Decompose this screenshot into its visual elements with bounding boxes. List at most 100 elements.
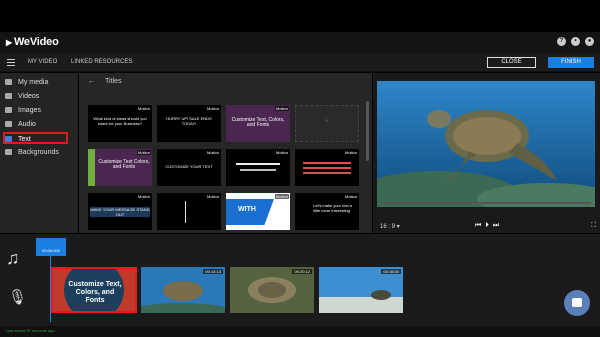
hamburger-menu-icon[interactable] <box>7 59 15 68</box>
tile-text: What kind of ideas should you share for … <box>93 116 147 126</box>
title-tile[interactable]: Motion HURRY UP! SALE ENDS TODAY! <box>157 105 221 142</box>
video-icon <box>5 93 12 100</box>
motion-badge: Motion <box>343 150 358 155</box>
tile-text: CUSTOMIZE YOUR TEXT <box>165 164 213 169</box>
top-bar: ▶ WeVideo ? • ● <box>0 32 600 53</box>
motion-badge: Motion <box>274 150 289 155</box>
help-icon[interactable]: ? <box>557 37 566 46</box>
clip-duration: 00:14:13 <box>203 269 223 274</box>
save-status: Last saved 57 seconds ago <box>6 328 55 333</box>
motion-badge: Motion <box>205 150 220 155</box>
finish-button[interactable]: FINISH <box>548 57 594 68</box>
motion-badge: Motion <box>136 194 151 199</box>
sidebar-item-images[interactable]: Images <box>5 105 67 117</box>
menu-bar: MY VIDEO LINKED RESOURCES CLOSE FINISH <box>0 53 600 72</box>
title-tile[interactable]: Motion Customize Text, Colors, and Fonts <box>226 105 290 142</box>
library-header: ← Titles <box>88 78 121 85</box>
tile-text: Let's make your text a little more inter… <box>313 203 353 213</box>
sidebar-item-videos[interactable]: Videos <box>5 91 67 103</box>
skip-back-icon[interactable]: ⏮ <box>475 222 485 229</box>
fullscreen-icon[interactable]: ⛶ <box>591 222 596 230</box>
chat-support-button[interactable] <box>564 290 590 316</box>
line-decoration <box>303 172 351 174</box>
image-icon <box>5 107 12 114</box>
text-icon <box>5 136 12 143</box>
logo-text: WeVideo <box>13 36 59 48</box>
title-tile[interactable]: Motion What kind of ideas should you shar… <box>88 105 152 142</box>
chat-icon <box>572 298 582 307</box>
play-icon[interactable]: ⏵ <box>485 222 493 229</box>
video-clip[interactable]: 00:14:13 <box>141 267 225 313</box>
timeline: ♫ 🎙 00:00:000 Customize Text, Colors, an… <box>0 234 600 326</box>
title-tile[interactable]: Motion WITH <box>226 193 290 230</box>
video-preview-panel: 16 : 9 ▾ ⏮⏵⏭ ⛶ <box>373 73 600 233</box>
audio-icon <box>5 121 12 128</box>
sidebar-item-label: Images <box>18 107 41 114</box>
title-tile[interactable]: Motion <box>226 149 290 186</box>
tile-text: Customize Text, Colors, and Fonts <box>231 117 285 128</box>
title-tile[interactable]: Motion MAKE YOUR MESSAGE STAND OUT <box>88 193 152 230</box>
tile-text: Customize Text Colors, and Fonts <box>98 159 150 170</box>
motion-badge: Motion <box>136 106 151 111</box>
line-decoration <box>185 201 186 223</box>
title-tile-empty[interactable]: + <box>295 105 359 142</box>
wevideo-logo-icon: ▶ <box>6 38 12 47</box>
back-arrow-icon[interactable]: ← <box>88 78 95 85</box>
sidebar-item-my-media[interactable]: My media <box>5 77 67 89</box>
sidebar-item-label: My media <box>18 79 49 86</box>
progress-bar[interactable] <box>381 202 591 204</box>
library-scrollbar[interactable] <box>366 101 369 161</box>
titles-library: ← Titles Motion What kind of ideas should … <box>79 73 372 233</box>
motion-badge: Motion <box>205 106 220 111</box>
accent-bar <box>88 149 95 186</box>
player-controls: 16 : 9 ▾ ⏮⏵⏭ ⛶ <box>373 219 600 233</box>
status-bar: Last saved 57 seconds ago <box>0 326 600 337</box>
preview-video[interactable] <box>377 81 595 207</box>
add-voiceover-icon[interactable]: 🎙 <box>8 288 27 306</box>
title-clip-text: Customize Text, Colors, and Fonts <box>68 281 122 304</box>
title-clip[interactable]: Customize Text, Colors, and Fonts <box>51 267 137 313</box>
motion-badge: Motion <box>136 150 151 155</box>
video-clip[interactable]: 00:16:00 <box>319 267 403 313</box>
library-title: Titles <box>105 78 122 85</box>
motion-badge: Motion <box>274 194 289 199</box>
media-sidebar: My media Videos Images Audio Text Backgr… <box>0 73 78 233</box>
playback-buttons: ⏮⏵⏭ <box>475 222 503 230</box>
skip-forward-icon[interactable]: ⏭ <box>493 222 503 229</box>
sidebar-item-label: Videos <box>18 93 40 100</box>
title-tile[interactable]: Motion <box>157 193 221 230</box>
tile-text: MAKE YOUR MESSAGE STAND OUT <box>90 207 150 217</box>
wevideo-logo[interactable]: ▶ WeVideo <box>6 36 59 48</box>
plus-icon: + <box>324 116 330 125</box>
playhead[interactable]: 00:00:000 <box>36 238 66 256</box>
sidebar-item-label: Backgrounds <box>18 149 59 156</box>
sea-turtle-scene <box>377 81 595 207</box>
top-icons: ? • ● <box>557 37 594 46</box>
bell-icon[interactable]: • <box>571 37 580 46</box>
backgrounds-icon <box>5 149 12 156</box>
title-tile[interactable]: Motion <box>295 149 359 186</box>
folder-icon <box>5 79 12 86</box>
menu-linked-resources[interactable]: LINKED RESOURCES <box>71 59 132 65</box>
aspect-ratio-select[interactable]: 16 : 9 ▾ <box>380 223 400 230</box>
clip-duration: 00:16:00 <box>381 269 401 274</box>
sidebar-item-audio[interactable]: Audio <box>5 119 67 131</box>
sidebar-item-backgrounds[interactable]: Backgrounds <box>5 147 67 159</box>
tile-text: HURRY UP! SALE ENDS TODAY! <box>166 116 212 126</box>
motion-badge: Motion <box>205 194 220 199</box>
close-button[interactable]: CLOSE <box>487 57 536 68</box>
line-decoration <box>303 162 351 164</box>
sidebar-item-label: Text <box>18 136 31 143</box>
title-tile[interactable]: Motion CUSTOMIZE YOUR TEXT <box>157 149 221 186</box>
sidebar-item-label: Audio <box>18 121 36 128</box>
motion-badge: Motion <box>274 106 289 111</box>
title-tile[interactable]: Motion Let's make your text a little more… <box>295 193 359 230</box>
sidebar-item-text[interactable]: Text <box>3 132 68 144</box>
user-icon[interactable]: ● <box>585 37 594 46</box>
menu-my-video[interactable]: MY VIDEO <box>28 59 57 65</box>
line-decoration <box>240 169 276 171</box>
line-decoration <box>303 167 351 169</box>
video-clip[interactable]: 00:20:12 <box>230 267 314 313</box>
add-music-icon[interactable]: ♫ <box>6 248 20 269</box>
title-tile[interactable]: Motion Customize Text Colors, and Fonts <box>88 149 152 186</box>
